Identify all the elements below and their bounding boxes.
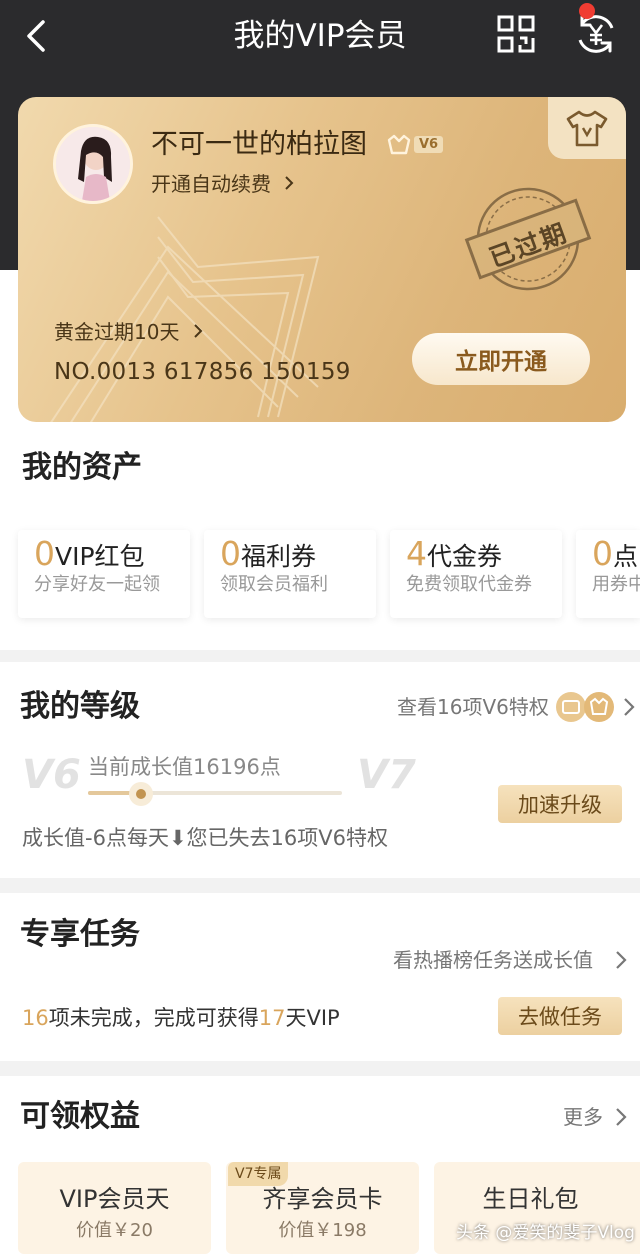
- benefit-name: 生日礼包: [482, 1185, 579, 1213]
- asset-label: 代金券: [427, 542, 503, 571]
- username: 不可一世的柏拉图: [151, 129, 367, 160]
- asset-subtitle: 免费领取代金券: [406, 574, 532, 595]
- level-badge: V6: [386, 129, 444, 159]
- benefit-value: 价值￥20: [76, 1220, 153, 1241]
- growth-value-text: 当前成长值16196点: [88, 755, 281, 779]
- tasks-title: 专享任务: [20, 917, 140, 952]
- auto-renew-label: 开通自动续费: [151, 172, 271, 196]
- level-title: 我的等级: [20, 689, 140, 724]
- benefit-value: 价值￥198: [278, 1220, 367, 1241]
- currency-refresh-icon[interactable]: [574, 12, 618, 56]
- asset-heading: 0福利券: [220, 536, 316, 575]
- assets-title: 我的资产: [22, 450, 142, 485]
- benefit-name: 齐享会员卡: [262, 1185, 383, 1213]
- benefit-vip-days[interactable]: VIP会员天 价值￥20: [18, 1162, 211, 1254]
- asset-count: 0: [592, 534, 613, 573]
- boost-upgrade-button[interactable]: 加速升级: [498, 785, 622, 823]
- expire-info-link[interactable]: 黄金过期10天: [54, 317, 204, 347]
- chevron-right-icon[interactable]: [622, 696, 636, 718]
- asset-subtitle: 分享好友一起领: [34, 574, 160, 595]
- auto-renew-link[interactable]: 开通自动续费: [151, 169, 295, 199]
- tasks-summary-mid: 项未完成，完成可获得: [48, 1006, 259, 1030]
- more-benefits-link[interactable]: 更多: [563, 1102, 603, 1132]
- asset-vip-redpacket[interactable]: 0VIP红包 分享好友一起领: [18, 530, 190, 618]
- chevron-right-icon: [285, 176, 294, 190]
- privileges-link[interactable]: 查看16项V6特权: [397, 692, 549, 722]
- benefit-name: VIP会员天: [59, 1185, 170, 1213]
- growth-notice: 成长值-6点每天⬇您已失去16项V6特权: [22, 826, 388, 850]
- asset-count: 0: [220, 534, 241, 573]
- tasks-count: 16: [22, 1006, 49, 1030]
- tasks-summary-end: 天VIP: [285, 1006, 340, 1030]
- tshirt-icon: [566, 110, 608, 147]
- asset-welfare-coupon[interactable]: 0福利券 领取会员福利: [204, 530, 376, 618]
- privilege-badges-icon: [556, 692, 614, 722]
- asset-label: VIP红包: [55, 542, 145, 571]
- asset-points[interactable]: 0点 用券中: [576, 530, 640, 618]
- expire-info-text: 黄金过期10天: [54, 320, 180, 344]
- chevron-right-icon[interactable]: [614, 1106, 628, 1128]
- tshirt-tab-button[interactable]: [548, 97, 626, 159]
- page-title: 我的VIP会员: [233, 18, 407, 54]
- asset-voucher[interactable]: 4代金券 免费领取代金券: [390, 530, 562, 618]
- hot-list-task-link[interactable]: 看热播榜任务送成长值: [393, 945, 593, 975]
- asset-subtitle: 领取会员福利: [220, 574, 328, 595]
- do-task-button[interactable]: 去做任务: [498, 997, 622, 1035]
- watermark: 头条 @爱笑的斐子Vlog: [456, 1223, 635, 1243]
- chevron-right-icon[interactable]: [614, 949, 628, 971]
- notification-dot: [579, 3, 595, 19]
- tasks-summary: 16项未完成，完成可获得17天VIP: [22, 1002, 340, 1034]
- tasks-reward-days: 17: [258, 1006, 286, 1030]
- user-avatar[interactable]: [53, 124, 133, 204]
- asset-count: 4: [406, 534, 427, 573]
- asset-heading: 0VIP红包: [34, 536, 145, 575]
- open-membership-button[interactable]: 立即开通: [412, 333, 590, 385]
- asset-heading: 4代金券: [406, 536, 502, 575]
- qr-code-icon[interactable]: [496, 14, 536, 54]
- crown-icon: [387, 134, 411, 155]
- asset-count: 0: [34, 534, 55, 573]
- level-badge-text: V6: [414, 135, 444, 153]
- v7-exclusive-tag: V7专属: [228, 1162, 289, 1186]
- current-level-label: V6: [22, 752, 81, 798]
- asset-label: 福利券: [241, 542, 317, 571]
- asset-heading: 0点: [592, 536, 638, 575]
- chevron-right-icon: [194, 324, 203, 338]
- benefits-title: 可领权益: [20, 1099, 140, 1134]
- card-number: NO.0013 617856 150159: [54, 359, 351, 385]
- next-level-label: V7: [357, 752, 416, 798]
- asset-subtitle: 用券中: [592, 574, 640, 595]
- asset-label: 点: [613, 542, 639, 571]
